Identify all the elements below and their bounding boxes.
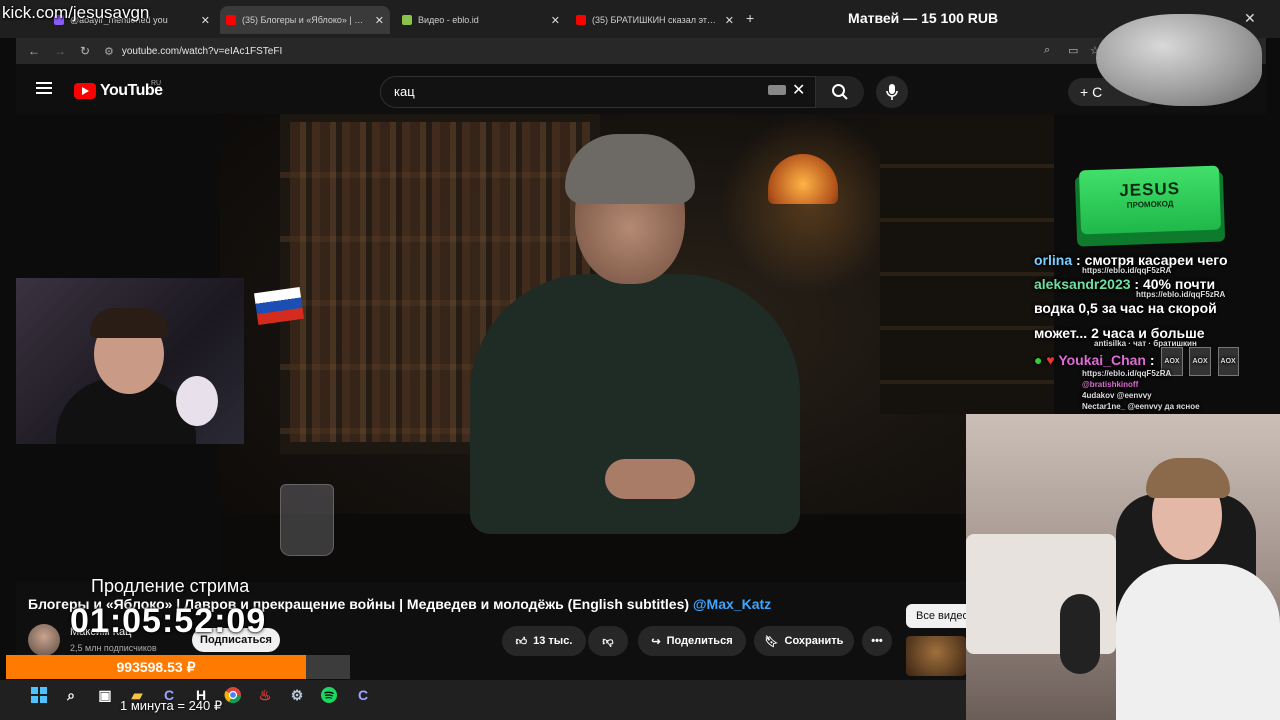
share-label: Поделиться [666, 635, 733, 647]
chat-text: : [1149, 352, 1155, 369]
app-flame-icon[interactable]: ♨ [254, 684, 276, 706]
search-input[interactable]: кац [394, 84, 415, 99]
water-glass [280, 484, 334, 556]
youtube-icon [576, 15, 586, 25]
speaker-hair [565, 134, 695, 204]
more-actions-button[interactable]: ••• [862, 626, 892, 656]
guest-body [1116, 564, 1280, 720]
heart-icon: ♥ [1046, 352, 1055, 369]
close-icon[interactable]: ✕ [369, 14, 384, 27]
spotify-icon[interactable] [318, 684, 340, 706]
guest-hair [1146, 458, 1230, 498]
microphone-icon [886, 84, 898, 100]
search-box[interactable] [380, 76, 816, 108]
clear-search-icon[interactable]: ✕ [792, 80, 805, 100]
save-button[interactable]: 🔖︎ Сохранить [754, 626, 854, 656]
tab-label: Видео - eblo.id [418, 15, 479, 25]
channel-avatar[interactable] [28, 624, 60, 656]
rate-label: 1 минута = 240 ₽ [120, 698, 223, 713]
save-label: Сохранить [784, 635, 844, 647]
streamer-webcam [16, 278, 244, 444]
guest-webcam [966, 414, 1280, 720]
emote-icon: AOX [1189, 347, 1211, 376]
back-button[interactable]: ← [28, 44, 40, 58]
voice-search-button[interactable] [876, 76, 908, 108]
close-icon[interactable]: ✕ [195, 14, 210, 27]
bookmark-icon: 🔖︎ [764, 635, 779, 648]
menu-icon[interactable] [36, 82, 52, 94]
thumbs-down-icon: 👎︎ [602, 635, 614, 648]
steam-icon[interactable]: ⚙ [286, 684, 308, 706]
start-icon[interactable] [28, 684, 50, 706]
tab-label: (35) БРАТИШКИН сказал это п [592, 15, 719, 25]
video-player[interactable] [220, 114, 1054, 582]
more-icon: ••• [871, 635, 883, 647]
speaker-hands [605, 459, 695, 499]
chat-overlay: orlina : смотря касареи чего https://ebl… [1034, 248, 1274, 418]
like-count: 13 тыс. [533, 635, 573, 647]
cast-icon[interactable]: ▭ [1068, 44, 1078, 57]
top-donation-text: Матвей — 15 100 RUB [848, 10, 999, 26]
channel-handle-link[interactable]: @Max_Katz [693, 596, 771, 612]
new-tab-button[interactable]: + [746, 10, 754, 26]
verified-icon: ● [1034, 352, 1043, 369]
keyboard-icon[interactable] [768, 85, 786, 95]
youtube-icon [226, 15, 236, 25]
chat-mention: Nectar1ne_ @eenvvy да ясное [1082, 402, 1200, 411]
forward-button[interactable]: → [54, 44, 66, 58]
eblo-icon [402, 15, 412, 25]
tab-label: (35) Блогеры и «Яблоко» | Лав [242, 15, 369, 25]
chat-username: orlina [1034, 252, 1073, 268]
chrome-icon[interactable] [222, 684, 244, 706]
search-button[interactable] [816, 76, 864, 108]
browser-tab-youtube[interactable]: (35) Блогеры и «Яблоко» | Лав ✕ [220, 6, 390, 34]
zoom-icon[interactable]: ⌕ [1044, 44, 1050, 57]
search-icon[interactable]: ⌕ [60, 684, 82, 706]
chat-username: Youkai_Chan [1058, 352, 1146, 369]
browser-tab-eblo[interactable]: Видео - eblo.id ✕ [396, 6, 566, 34]
lamp-glow [720, 114, 900, 294]
chat-mention: @bratishkinoff [1082, 380, 1139, 389]
subscriber-count: 2,5 млн подписчиков [70, 643, 157, 653]
money-bar: 993598.53 ₽ [6, 655, 306, 679]
emote-icon: AOX [1217, 347, 1239, 376]
stream-extension-label: Продление стрима [91, 576, 250, 596]
chat-mention: 4udakov @eenvvy [1082, 391, 1152, 400]
webcam-person-hair [90, 308, 168, 338]
share-icon: ↪ [651, 635, 661, 648]
chat-message: водка 0,5 за час на скорой [1034, 300, 1217, 316]
url-field[interactable]: ⚙ youtube.com/watch?v=eIAc1FSTeFI [104, 42, 1104, 60]
reload-button[interactable]: ↻ [80, 44, 90, 58]
microphone [1060, 594, 1100, 674]
dislike-button[interactable]: 👎︎ [588, 626, 628, 656]
kick-channel-url: kick.com/jesusavgn [2, 3, 150, 22]
share-button[interactable]: ↪ Поделиться [638, 626, 746, 656]
app-c2-icon[interactable]: C [352, 684, 374, 706]
search-icon [832, 84, 848, 100]
close-icon[interactable]: ✕ [545, 14, 560, 27]
recommended-video-thumbnail[interactable] [906, 636, 966, 676]
url-text: youtube.com/watch?v=eIAc1FSTeFI [121, 45, 283, 57]
task-view-icon[interactable]: ▣ [94, 684, 116, 706]
promo-badge: JESUS ПРОМОКОД [1078, 165, 1222, 235]
plush-toy [176, 376, 218, 426]
russian-flag [253, 286, 305, 326]
close-icon[interactable]: ✕ [719, 14, 734, 27]
thumbs-up-icon: 👍︎ [515, 635, 528, 648]
browser-tab-youtube-2[interactable]: (35) БРАТИШКИН сказал это п ✕ [570, 6, 740, 34]
right-shelf [880, 114, 1054, 414]
chat-username: aleksandr2023 [1034, 276, 1131, 292]
site-settings-icon[interactable]: ⚙ [104, 45, 114, 58]
like-button[interactable]: 👍︎ 13 тыс. [502, 626, 586, 656]
region-label: RU [151, 80, 162, 87]
stream-timer: 01:05:52:09 [70, 602, 267, 640]
youtube-logo-icon[interactable] [74, 83, 96, 99]
window-close-button[interactable]: ✕ [1244, 10, 1256, 27]
